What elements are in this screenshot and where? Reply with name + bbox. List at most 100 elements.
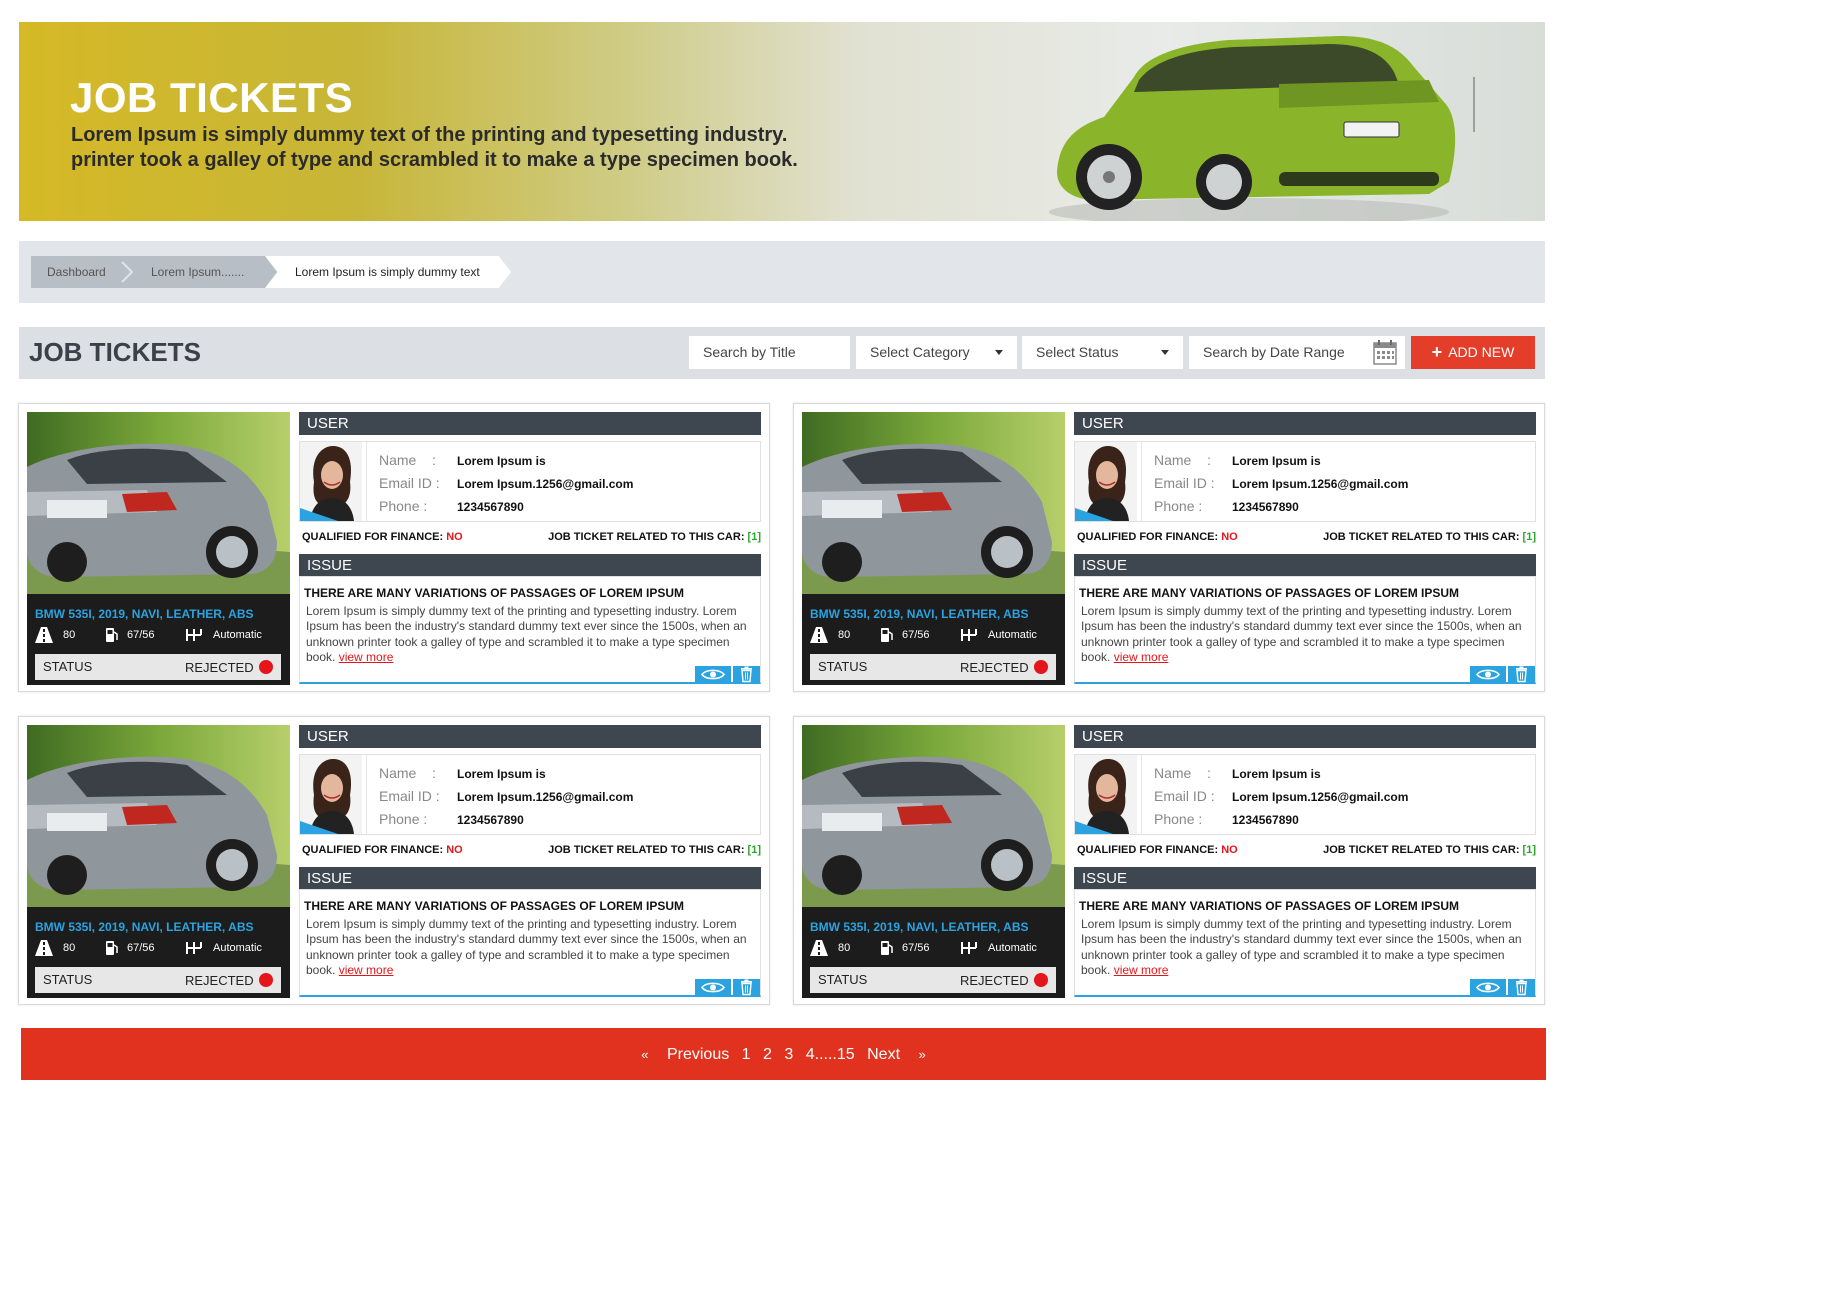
spec-mileage-value: 80 xyxy=(63,942,76,954)
status-label: STATUS xyxy=(43,659,93,674)
car-panel: BMW 535I, 2019, NAVI, LEATHER, ABS 80 67… xyxy=(27,725,290,998)
status-value: REJECTED xyxy=(185,973,254,988)
fuel-icon xyxy=(881,941,893,955)
category-select-label: Select Category xyxy=(870,344,970,360)
fuel-icon xyxy=(106,941,118,955)
gearbox-icon xyxy=(961,629,977,641)
page-link-3[interactable]: 3 xyxy=(784,1046,793,1063)
pagination-bar: « Previous 1 2 3 4.....15 Next » xyxy=(21,1028,1546,1080)
view-more-link[interactable]: view more xyxy=(1114,963,1169,977)
user-name: Lorem Ipsum is xyxy=(1232,767,1321,781)
car-photo[interactable] xyxy=(802,412,1065,594)
view-button[interactable] xyxy=(1470,979,1506,996)
finance-value: NO xyxy=(1221,531,1238,543)
first-page-link[interactable]: « xyxy=(641,1047,648,1062)
add-new-button[interactable]: + ADD NEW xyxy=(1411,336,1535,369)
view-more-link[interactable]: view more xyxy=(339,650,394,664)
user-details: Name : Lorem Ipsum is Email ID : Lorem I… xyxy=(366,442,761,521)
related-label: JOB TICKET RELATED TO THIS CAR: xyxy=(548,844,745,856)
chevron-down-icon xyxy=(995,350,1003,355)
eye-icon xyxy=(1476,982,1500,993)
car-specs: 80 67/56 Automatic xyxy=(35,626,285,644)
status-box: STATUS REJECTED xyxy=(35,654,281,680)
user-box: Name : Lorem Ipsum is Email ID : Lorem I… xyxy=(1074,441,1536,522)
user-phone: 1234567890 xyxy=(1232,500,1299,514)
last-page-link[interactable]: » xyxy=(918,1047,925,1062)
finance-value: NO xyxy=(1221,844,1238,856)
car-photo[interactable] xyxy=(802,725,1065,907)
issue-box: THERE ARE MANY VARIATIONS OF PASSAGES OF… xyxy=(1074,576,1536,684)
issue-description: Lorem Ipsum is simply dummy text of the … xyxy=(306,917,754,979)
user-email: Lorem Ipsum.1256@gmail.com xyxy=(457,790,634,804)
name-key: Name xyxy=(379,765,417,781)
issue-box: THERE ARE MANY VARIATIONS OF PASSAGES OF… xyxy=(299,576,761,684)
calendar-icon[interactable] xyxy=(1373,340,1397,365)
delete-button[interactable] xyxy=(733,666,760,683)
search-title-input[interactable]: Search by Title xyxy=(689,336,850,369)
page-link-1[interactable]: 1 xyxy=(742,1046,751,1063)
view-more-link[interactable]: view more xyxy=(1114,650,1169,664)
email-key: Email ID : xyxy=(379,788,440,804)
view-button[interactable] xyxy=(695,666,731,683)
list-toolbar: JOB TICKETS Search by Title Select Categ… xyxy=(19,327,1545,379)
status-box: STATUS REJECTED xyxy=(35,967,281,993)
ticket-card: BMW 535I, 2019, NAVI, LEATHER, ABS 80 67… xyxy=(18,403,770,692)
finance-status: QUALIFIED FOR FINANCE: NO xyxy=(302,844,463,856)
issue-description: Lorem Ipsum is simply dummy text of the … xyxy=(1081,604,1529,666)
fuel-icon xyxy=(881,628,893,642)
user-section-header: USER xyxy=(299,725,761,748)
related-count-link[interactable]: [1] xyxy=(1523,844,1536,856)
finance-label: QUALIFIED FOR FINANCE: xyxy=(1077,531,1219,543)
delete-button[interactable] xyxy=(1508,979,1535,996)
date-range-label: Search by Date Range xyxy=(1203,344,1345,360)
related-count-link[interactable]: [1] xyxy=(748,844,761,856)
status-box: STATUS REJECTED xyxy=(810,654,1056,680)
related-label: JOB TICKET RELATED TO THIS CAR: xyxy=(1323,531,1520,543)
user-email-row: Email ID : Lorem Ipsum.1256@gmail.com xyxy=(379,475,759,495)
related-count-link[interactable]: [1] xyxy=(748,531,761,543)
view-button[interactable] xyxy=(695,979,731,996)
user-phone-row: Phone : 1234567890 xyxy=(1154,498,1534,518)
ticket-card: BMW 535I, 2019, NAVI, LEATHER, ABS 80 67… xyxy=(793,716,1545,1005)
previous-page-link[interactable]: Previous xyxy=(667,1046,729,1063)
issue-section-header: ISSUE xyxy=(299,867,761,890)
page-link-range[interactable]: 4.....15 xyxy=(806,1046,855,1063)
page-link-2[interactable]: 2 xyxy=(763,1046,772,1063)
related-count-link[interactable]: [1] xyxy=(1523,531,1536,543)
view-button[interactable] xyxy=(1470,666,1506,683)
next-page-link[interactable]: Next xyxy=(867,1046,900,1063)
finance-row: QUALIFIED FOR FINANCE: NO JOB TICKET REL… xyxy=(1077,844,1536,860)
car-specs: 80 67/56 Automatic xyxy=(35,939,285,957)
breadcrumb-item-current: Lorem Ipsum is simply dummy text xyxy=(265,256,511,288)
date-range-input[interactable]: Search by Date Range xyxy=(1189,336,1405,369)
hero-subtitle-line-2: printer took a galley of type and scramb… xyxy=(71,149,798,171)
spec-transmission-value: Automatic xyxy=(988,942,1037,954)
eye-icon xyxy=(701,982,725,993)
spec-fuel-value: 67/56 xyxy=(902,629,930,641)
phone-key: Phone : xyxy=(379,811,428,827)
phone-key: Phone : xyxy=(1154,811,1203,827)
name-colon: : xyxy=(432,452,436,468)
user-name-row: Name : Lorem Ipsum is xyxy=(1154,765,1534,785)
gearbox-icon xyxy=(961,942,977,954)
breadcrumb-item-lorem[interactable]: Lorem Ipsum....... xyxy=(121,256,279,288)
view-more-link[interactable]: view more xyxy=(339,963,394,977)
user-email: Lorem Ipsum.1256@gmail.com xyxy=(1232,790,1409,804)
car-photo[interactable] xyxy=(27,412,290,594)
plus-icon: + xyxy=(1431,342,1443,362)
status-label: STATUS xyxy=(43,972,93,987)
status-dot-icon xyxy=(1034,973,1048,987)
trash-icon xyxy=(741,979,752,996)
car-model: BMW 535I, 2019, NAVI, LEATHER, ABS xyxy=(810,920,1029,934)
user-email: Lorem Ipsum.1256@gmail.com xyxy=(1232,477,1409,491)
category-select[interactable]: Select Category xyxy=(856,336,1017,369)
delete-button[interactable] xyxy=(733,979,760,996)
user-section-header: USER xyxy=(299,412,761,435)
car-photo[interactable] xyxy=(27,725,290,907)
name-key: Name xyxy=(1154,452,1192,468)
road-icon xyxy=(35,940,53,956)
user-phone-row: Phone : 1234567890 xyxy=(379,811,759,831)
status-select[interactable]: Select Status xyxy=(1022,336,1183,369)
delete-button[interactable] xyxy=(1508,666,1535,683)
trash-icon xyxy=(1516,666,1527,683)
